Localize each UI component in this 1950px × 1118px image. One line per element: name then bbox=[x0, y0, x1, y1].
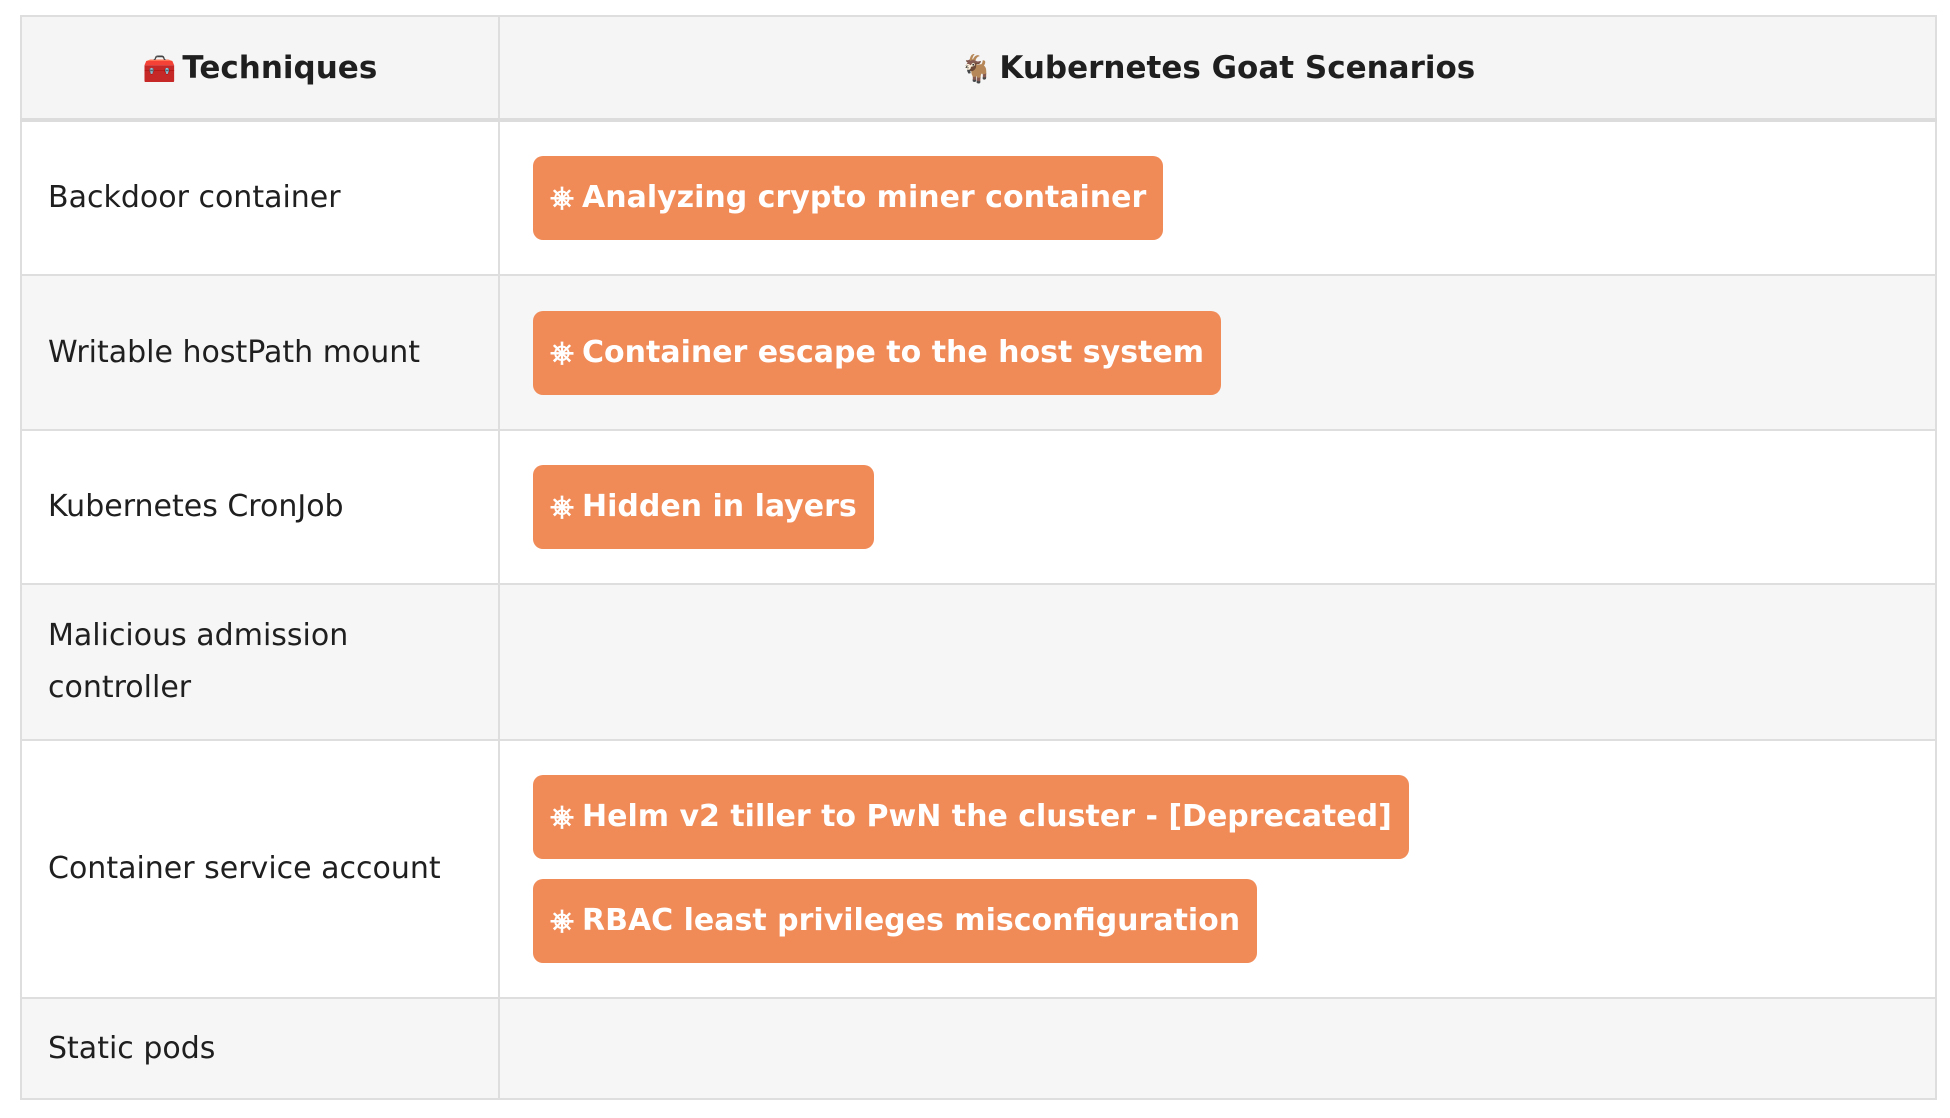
scenarios-cell: ⎈ Helm v2 tiller to PwN the cluster - [De… bbox=[498, 739, 1937, 999]
table-row: Container service account ⎈ Helm v2 tille… bbox=[20, 739, 1937, 999]
scenarios-cell-empty bbox=[498, 583, 1937, 741]
header-scenarios: 🐐 Kubernetes Goat Scenarios bbox=[498, 15, 1937, 122]
technique-cell: Writable hostPath mount bbox=[20, 274, 500, 431]
header-row: 🧰 Techniques 🐐 Kubernetes Goat Scenarios bbox=[20, 15, 1937, 122]
scenario-link-label: Helm v2 tiller to PwN the cluster - [Dep… bbox=[582, 799, 1392, 834]
scenario-link-label: Container escape to the host system bbox=[582, 334, 1205, 370]
helm-wheel-icon: ⎈ bbox=[550, 799, 574, 834]
table-row: Static pods bbox=[20, 997, 1937, 1100]
techniques-table: 🧰 Techniques 🐐 Kubernetes Goat Scenarios B… bbox=[20, 15, 1937, 1100]
header-techniques-label: Techniques bbox=[182, 49, 378, 86]
scenario-link-rbac[interactable]: ⎈ RBAC least privileges misconfiguration bbox=[533, 879, 1258, 963]
table-body: Backdoor container ⎈ Analyzing crypto min… bbox=[20, 119, 1937, 1100]
table-row: Kubernetes CronJob ⎈ Hidden in layers bbox=[20, 429, 1937, 585]
technique-cell: Container service account bbox=[20, 739, 500, 999]
scenario-link-crypto-miner[interactable]: ⎈ Analyzing crypto miner container bbox=[533, 156, 1164, 240]
toolbox-icon: 🧰 bbox=[142, 53, 177, 85]
scenario-link-label: Hidden in layers bbox=[582, 489, 857, 524]
scenario-link-label: RBAC least privileges misconfiguration bbox=[582, 903, 1241, 938]
helm-wheel-icon: ⎈ bbox=[550, 334, 574, 370]
scenario-link-label: Analyzing crypto miner container bbox=[582, 180, 1147, 215]
header-techniques: 🧰 Techniques bbox=[20, 15, 500, 122]
scenarios-cell: ⎈ Hidden in layers bbox=[498, 429, 1937, 585]
table-header: 🧰 Techniques 🐐 Kubernetes Goat Scenarios bbox=[20, 15, 1937, 122]
table-row: Writable hostPath mount ⎈ Container escap… bbox=[20, 274, 1937, 431]
table-row: Malicious admission controller bbox=[20, 583, 1937, 741]
scenarios-cell: ⎈ Analyzing crypto miner container bbox=[498, 119, 1937, 276]
goat-icon: 🐐 bbox=[959, 53, 994, 85]
scenario-link-hidden-in-layers[interactable]: ⎈ Hidden in layers bbox=[533, 465, 874, 549]
helm-wheel-icon: ⎈ bbox=[550, 489, 574, 524]
technique-cell: Kubernetes CronJob bbox=[20, 429, 500, 585]
page-container: 🧰 Techniques 🐐 Kubernetes Goat Scenarios B… bbox=[20, 15, 1937, 1100]
technique-cell: Malicious admission controller bbox=[20, 583, 500, 741]
scenarios-cell-empty bbox=[498, 997, 1937, 1100]
scenario-link-helm-tiller[interactable]: ⎈ Helm v2 tiller to PwN the cluster - [De… bbox=[533, 775, 1409, 859]
scenario-link-container-escape[interactable]: ⎈ Container escape to the host system bbox=[533, 310, 1222, 395]
helm-wheel-icon: ⎈ bbox=[550, 180, 574, 215]
technique-cell: Backdoor container bbox=[20, 119, 500, 276]
table-row: Backdoor container ⎈ Analyzing crypto min… bbox=[20, 119, 1937, 276]
scenarios-cell: ⎈ Container escape to the host system bbox=[498, 274, 1937, 431]
helm-wheel-icon: ⎈ bbox=[550, 903, 574, 938]
header-scenarios-label: Kubernetes Goat Scenarios bbox=[999, 49, 1476, 86]
technique-cell: Static pods bbox=[20, 997, 500, 1100]
